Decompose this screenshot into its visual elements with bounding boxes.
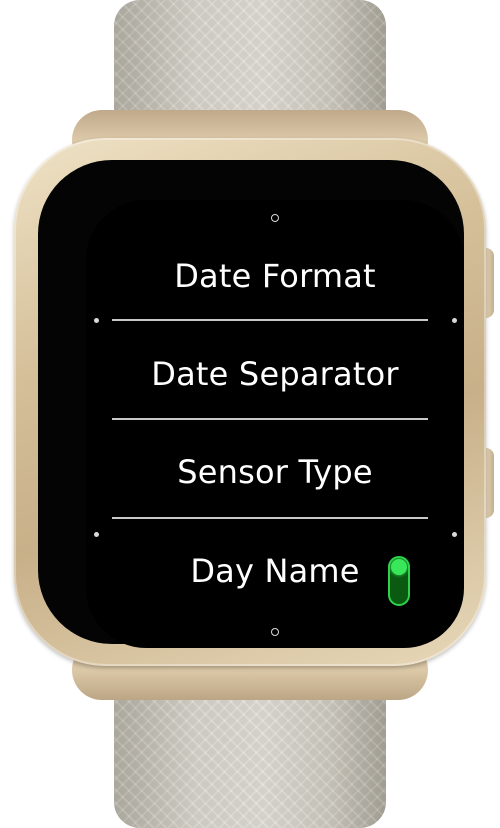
menu-item-label: Day Name (190, 552, 360, 590)
menu-item-sensor-type[interactable]: Sensor Type (86, 440, 464, 504)
menu-item-date-format[interactable]: Date Format (86, 244, 464, 308)
watch-bezel: Date Format Date Separator Sensor Type D… (38, 160, 464, 648)
menu-item-label: Date Separator (151, 355, 399, 393)
divider (112, 418, 428, 420)
watch-screen: Date Format Date Separator Sensor Type D… (86, 200, 464, 648)
divider (112, 319, 428, 321)
watch-frame: Date Format Date Separator Sensor Type D… (0, 0, 500, 828)
menu-item-label: Sensor Type (177, 453, 373, 491)
day-name-toggle[interactable] (388, 556, 410, 606)
edge-dot-icon (94, 532, 99, 537)
divider (112, 517, 428, 519)
menu-item-label: Date Format (174, 257, 376, 295)
menu-item-date-separator[interactable]: Date Separator (86, 342, 464, 406)
watch-case: Date Format Date Separator Sensor Type D… (14, 138, 486, 666)
edge-dot-icon (452, 532, 457, 537)
edge-dot-icon (94, 318, 99, 323)
scroll-up-indicator-icon (271, 214, 279, 222)
toggle-knob (391, 559, 407, 575)
edge-dot-icon (452, 318, 457, 323)
scroll-down-indicator-icon (271, 628, 279, 636)
